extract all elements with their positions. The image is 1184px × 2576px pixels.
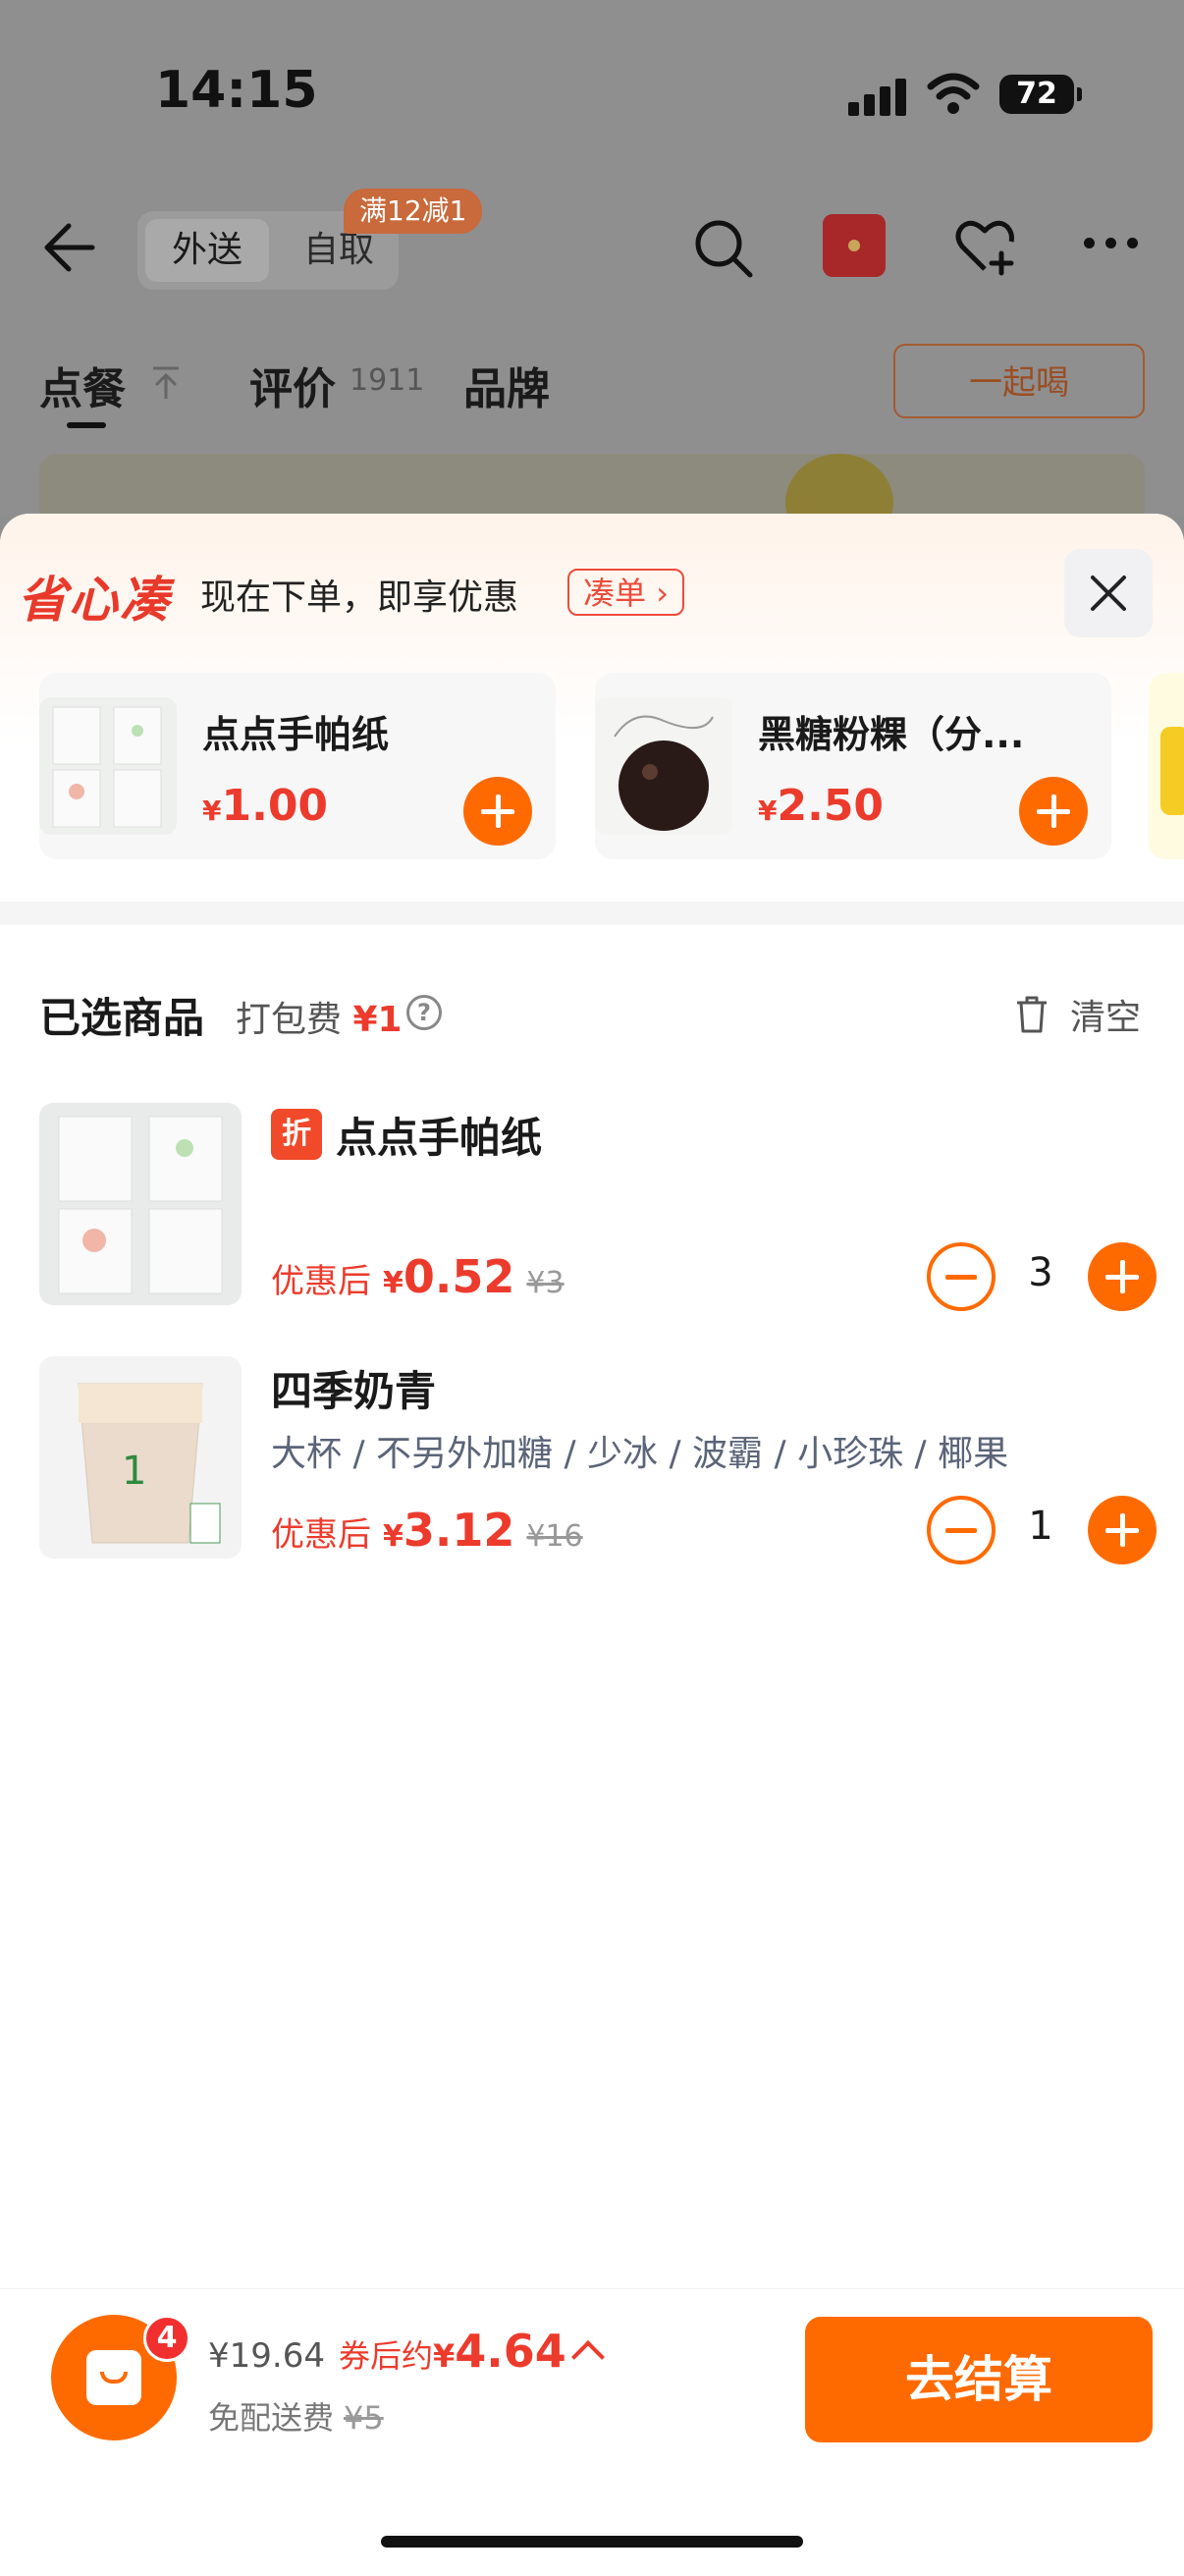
- add-button[interactable]: [1019, 777, 1088, 846]
- cart-count-badge: 4: [143, 2315, 190, 2362]
- tab-brand[interactable]: 品牌: [463, 354, 550, 416]
- red-packet-icon[interactable]: [823, 214, 886, 277]
- milk-tea-image: 1: [39, 1356, 242, 1559]
- back-arrow-icon[interactable]: [39, 218, 98, 277]
- quantity: 3: [1028, 1250, 1053, 1295]
- upsell-text: 现在下单，即享优惠: [200, 577, 519, 618]
- selected-items-title: 已选商品: [39, 994, 205, 1042]
- upsell-item-price: ¥2.50: [758, 781, 885, 831]
- promo-tag: 满12减1: [344, 189, 483, 234]
- battery-icon: 72: [999, 75, 1082, 114]
- discount-badge: 折: [271, 1109, 322, 1160]
- status-bar: 14:15 72: [0, 0, 1184, 187]
- reviews-count: 1911: [350, 363, 425, 398]
- more-icon[interactable]: [1084, 236, 1143, 255]
- upsell-logo: 省心凑: [18, 572, 171, 629]
- drink-together-button[interactable]: 一起喝: [893, 344, 1145, 418]
- brown-sugar-jelly-image: [595, 697, 732, 835]
- home-indicator: [381, 2536, 803, 2548]
- tab-order[interactable]: 点餐: [39, 354, 126, 416]
- search-icon[interactable]: [691, 216, 756, 281]
- signal-icon: [848, 77, 907, 116]
- cart-item-name: 点点手帕纸: [336, 1114, 543, 1162]
- tab-reviews[interactable]: 评价: [249, 354, 336, 416]
- upsell-item-price: ¥1.00: [202, 781, 329, 831]
- checkout-bar: 4 ¥19.64 券后约¥4.64 免配送费 ¥5 去结算: [0, 2288, 1184, 2576]
- upsell-section: 省心凑 现在下单，即享优惠 凑单 › 点点手帕纸 ¥1.00 黑糖粉粿（分...…: [0, 514, 1184, 902]
- increase-quantity-button[interactable]: [1088, 1496, 1157, 1564]
- cart-item: 折 点点手帕纸 优惠后 ¥0.52 ¥3 3: [0, 1103, 1184, 1319]
- wifi-icon: [927, 73, 980, 114]
- sort-top-icon: [153, 366, 179, 399]
- tab-underline: [67, 422, 106, 428]
- delivery-fee: 免配送费 ¥5: [208, 2399, 384, 2437]
- upsell-item[interactable]: 点点手帕纸 ¥1.00: [39, 673, 556, 859]
- favorite-add-icon[interactable]: [952, 214, 1017, 279]
- upsell-item-peek[interactable]: [1149, 673, 1184, 859]
- checkout-button[interactable]: 去结算: [805, 2317, 1153, 2442]
- add-on-chip[interactable]: 凑单 ›: [567, 569, 684, 616]
- decrease-quantity-button[interactable]: [927, 1496, 996, 1564]
- tissue-product-image: [39, 697, 177, 835]
- add-button[interactable]: [463, 777, 532, 846]
- upsell-item-name: 黑糖粉粿（分...: [758, 713, 1025, 756]
- cart-sheet: 省心凑 现在下单，即享优惠 凑单 › 点点手帕纸 ¥1.00 黑糖粉粿（分...…: [0, 514, 1184, 2575]
- status-time: 14:15: [155, 61, 318, 120]
- tissue-product-image: [39, 1103, 242, 1305]
- svg-text:1: 1: [122, 1449, 146, 1494]
- increase-quantity-button[interactable]: [1088, 1242, 1157, 1311]
- help-icon[interactable]: ?: [406, 995, 442, 1030]
- clear-cart-button[interactable]: 清空: [1070, 989, 1141, 1040]
- cart-item-price: 优惠后 ¥0.52 ¥3: [271, 1250, 565, 1303]
- upsell-item[interactable]: 黑糖粉粿（分... ¥2.50: [595, 673, 1111, 859]
- decrease-quantity-button[interactable]: [927, 1242, 996, 1311]
- chevron-up-icon: [570, 2340, 605, 2374]
- trash-icon[interactable]: [1015, 995, 1049, 1034]
- cart-item-spec: 大杯 / 不另外加糖 / 少冰 / 波霸 / 小珍珠 / 椰果: [271, 1434, 1009, 1474]
- packing-fee: 打包费 ¥1: [236, 1000, 403, 1040]
- cart-item: 1 四季奶青 大杯 / 不另外加糖 / 少冰 / 波霸 / 小珍珠 / 椰果 优…: [0, 1356, 1184, 1572]
- close-icon: [1091, 575, 1126, 611]
- upsell-item-name: 点点手帕纸: [202, 713, 390, 756]
- close-button[interactable]: [1064, 549, 1153, 637]
- tab-delivery[interactable]: 外送: [145, 219, 269, 282]
- section-divider: [0, 902, 1184, 925]
- cart-item-name: 四季奶青: [271, 1367, 437, 1415]
- quantity: 1: [1028, 1504, 1053, 1549]
- total-price[interactable]: ¥19.64 券后约¥4.64: [208, 2325, 605, 2378]
- cart-item-price: 优惠后 ¥3.12 ¥16: [271, 1504, 583, 1557]
